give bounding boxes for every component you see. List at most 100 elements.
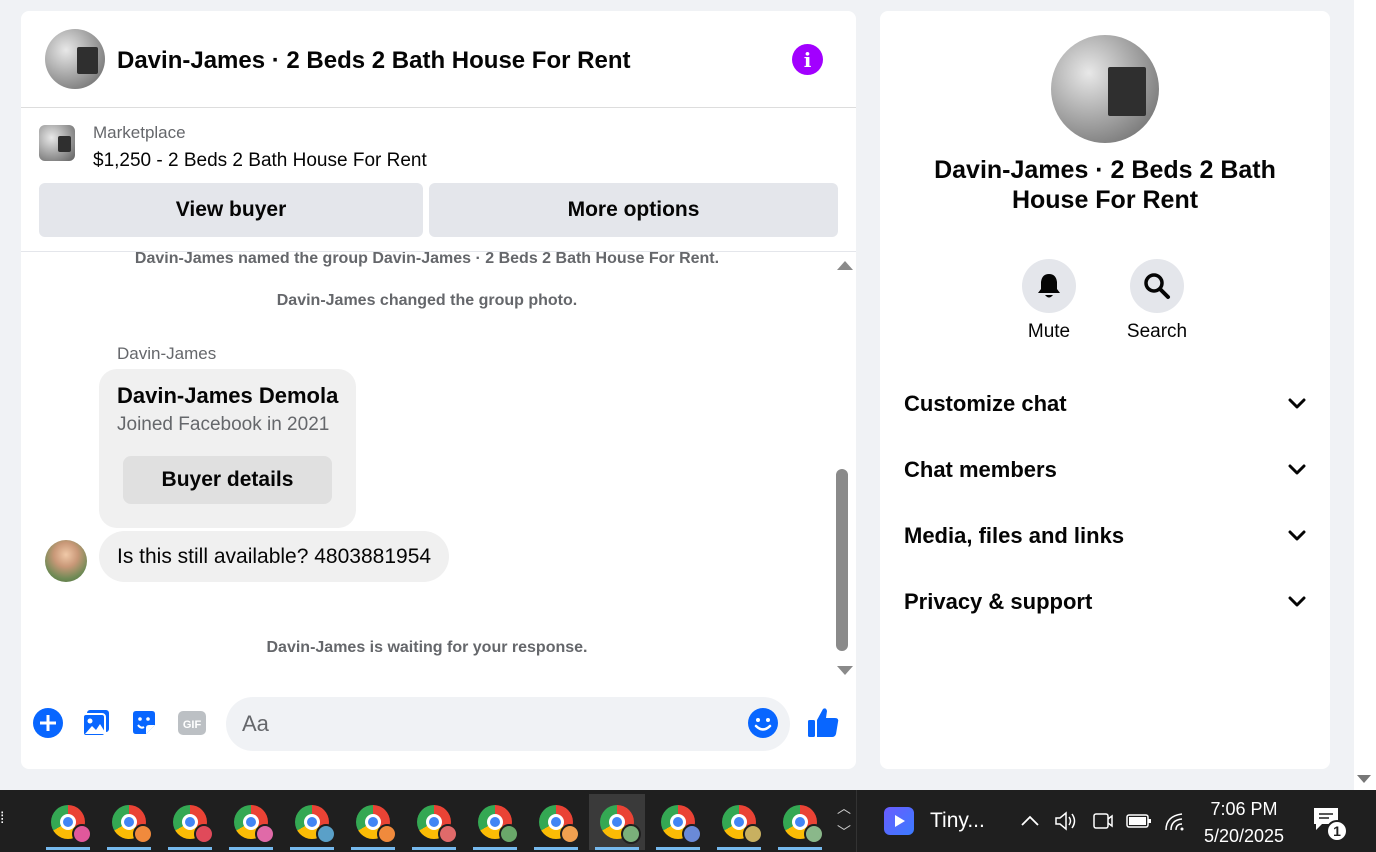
section-label: Media, files and links [904, 523, 1125, 548]
waiting-status: Davin-James is waiting for your response… [266, 639, 588, 656]
scroll-up-arrow[interactable] [837, 261, 853, 270]
section-label: Privacy & support [904, 589, 1093, 614]
tiny-app-label: Tiny... [930, 809, 985, 832]
section-label: Customize chat [904, 391, 1067, 416]
info-panel: Davin-James · 2 Beds 2 Bath House For Re… [880, 11, 1330, 769]
plus-icon[interactable] [32, 707, 64, 739]
message-input[interactable] [226, 697, 790, 751]
info-icon[interactable]: i [792, 44, 823, 75]
marketplace-label: Marketplace [93, 123, 186, 142]
section-privacy-support[interactable]: Privacy & support [904, 582, 1306, 622]
marketplace-listing: Marketplace $1,250 - 2 Beds 2 Bath House… [21, 109, 856, 251]
profile-avatar-icon [194, 824, 214, 844]
taskbar-separator [856, 790, 857, 852]
profile-avatar-icon [377, 824, 397, 844]
page-scrollbar[interactable] [1354, 0, 1376, 790]
camera-icon[interactable] [1090, 808, 1116, 834]
profile-avatar-icon [72, 824, 92, 844]
profile-avatar-icon [682, 824, 702, 844]
message-bubble[interactable]: Is this still available? 4803881954 [99, 531, 450, 582]
running-indicator [412, 847, 456, 850]
buyer-details-button[interactable]: Buyer details [123, 456, 332, 504]
scroll-down-arrow[interactable] [837, 666, 853, 675]
bell-icon[interactable] [1022, 259, 1076, 313]
taskbar-app-4[interactable] [284, 794, 340, 850]
taskbar-app-8[interactable] [528, 794, 584, 850]
notification-badge: 1 [1326, 820, 1348, 842]
taskbar-app-10[interactable] [650, 794, 706, 850]
profile-avatar-icon [316, 824, 336, 844]
sender-avatar[interactable] [45, 540, 87, 582]
taskbar-app-7[interactable] [467, 794, 523, 850]
running-indicator [717, 847, 761, 850]
chevron-down-icon [1288, 398, 1306, 409]
chat-title[interactable]: Davin-James · 2 Beds 2 Bath House For Re… [117, 47, 630, 75]
more-options-button[interactable]: More options [429, 183, 838, 237]
mute-label: Mute [1027, 321, 1071, 342]
profile-avatar-icon [133, 824, 153, 844]
system-clock[interactable]: 7:06 PM 5/20/2025 [1196, 796, 1292, 850]
gif-icon[interactable]: GIF [176, 707, 208, 739]
taskbar-app-6[interactable] [406, 794, 462, 850]
running-indicator [473, 847, 517, 850]
running-indicator [168, 847, 212, 850]
chevron-down-icon[interactable]: ﹀ [834, 820, 854, 844]
taskbar: ⁞ ︿ ﹀ Tiny... 7:06 PM 5/20/2025 1 [0, 790, 1376, 852]
taskbar-app-2[interactable] [162, 794, 218, 850]
battery-icon[interactable] [1126, 808, 1152, 834]
start-button-edge[interactable]: ⁞ [0, 810, 10, 832]
group-avatar[interactable] [45, 29, 105, 89]
chevron-up-icon[interactable] [1017, 808, 1043, 834]
buyer-name: Davin-James Demola [117, 383, 339, 408]
message-scrollbar[interactable] [833, 261, 855, 681]
running-indicator [778, 847, 822, 850]
chevron-up-icon[interactable]: ︿ [834, 796, 854, 820]
search-button[interactable]: Search [1117, 259, 1197, 343]
buyer-joined: Joined Facebook in 2021 [117, 414, 330, 435]
taskbar-app-11[interactable] [711, 794, 767, 850]
group-photo[interactable] [1051, 35, 1159, 143]
taskbar-app-12[interactable] [772, 794, 828, 850]
profile-avatar-icon [499, 824, 519, 844]
profile-avatar-icon [438, 824, 458, 844]
emoji-icon[interactable] [747, 707, 779, 739]
taskbar-app-1[interactable] [101, 794, 157, 850]
listing-thumbnail[interactable] [39, 125, 75, 161]
search-icon[interactable] [1130, 259, 1184, 313]
chevron-down-icon [1288, 530, 1306, 541]
taskbar-app-5[interactable] [345, 794, 401, 850]
tiny-app-button[interactable]: Tiny... [884, 804, 985, 838]
running-indicator [534, 847, 578, 850]
running-indicator [351, 847, 395, 850]
sender-name: Davin-James [117, 344, 217, 363]
play-icon [884, 807, 914, 835]
section-media-files-links[interactable]: Media, files and links [904, 516, 1306, 556]
section-customize-chat[interactable]: Customize chat [904, 384, 1306, 424]
photo-icon[interactable] [80, 707, 112, 739]
profile-avatar-icon [255, 824, 275, 844]
taskbar-app-9[interactable] [589, 794, 645, 850]
view-buyer-button[interactable]: View buyer [39, 183, 423, 237]
mute-button[interactable]: Mute [1009, 259, 1089, 343]
sticker-icon[interactable] [128, 707, 160, 739]
volume-icon[interactable] [1053, 808, 1079, 834]
section-chat-members[interactable]: Chat members [904, 450, 1306, 490]
profile-avatar-icon [621, 824, 641, 844]
taskbar-app-3[interactable] [223, 794, 279, 850]
info-title: Davin-James · 2 Beds 2 Bath House For Re… [934, 156, 1276, 214]
page-scroll-down-arrow[interactable] [1357, 775, 1371, 783]
notification-button[interactable]: 1 [1312, 806, 1352, 842]
chat-panel: Davin-James · 2 Beds 2 Bath House For Re… [21, 11, 856, 769]
clock-time: 7:06 PM [1210, 799, 1278, 819]
listing-title[interactable]: $1,250 - 2 Beds 2 Bath House For Rent [93, 150, 427, 172]
taskbar-scroll[interactable]: ︿ ﹀ [834, 796, 854, 848]
clock-date: 5/20/2025 [1203, 826, 1285, 846]
buyer-card: Davin-James Demola Joined Facebook in 20… [99, 369, 356, 528]
scroll-thumb[interactable] [836, 469, 848, 651]
profile-avatar-icon [560, 824, 580, 844]
chevron-down-icon [1288, 596, 1306, 607]
wifi-icon[interactable] [1163, 808, 1189, 834]
taskbar-app-0[interactable] [40, 794, 96, 850]
thumbs-up-icon[interactable] [805, 705, 841, 741]
chevron-down-icon [1288, 464, 1306, 475]
